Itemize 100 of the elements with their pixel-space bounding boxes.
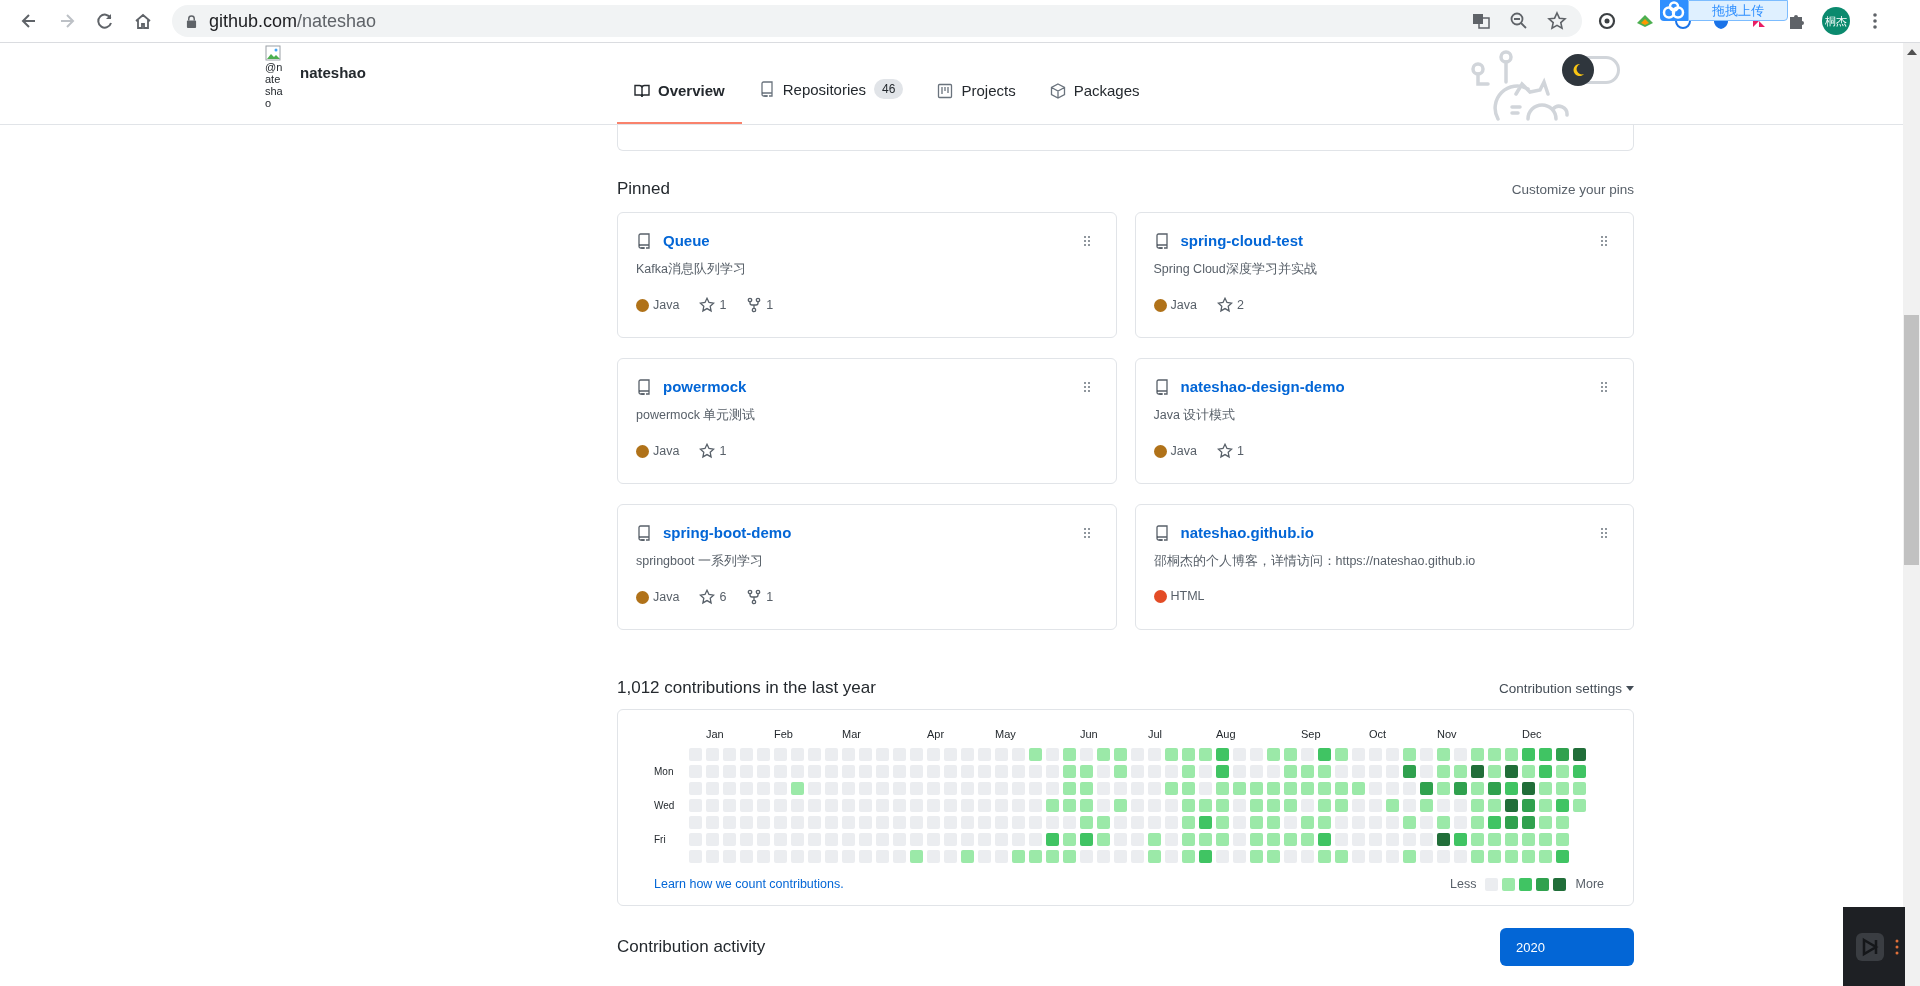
contribution-day-cell[interactable]: [1437, 816, 1450, 829]
contribution-day-cell[interactable]: [1267, 782, 1280, 795]
drag-handle-icon[interactable]: [1600, 234, 1608, 247]
learn-contributions-link[interactable]: Learn how we count contributions.: [654, 877, 844, 891]
contribution-day-cell[interactable]: [1097, 816, 1110, 829]
contribution-day-cell[interactable]: [1012, 850, 1025, 863]
contribution-day-cell[interactable]: [1454, 765, 1467, 778]
fork-count[interactable]: 1: [766, 590, 774, 604]
contribution-day-cell[interactable]: [1284, 833, 1297, 846]
contribution-day-cell[interactable]: [1182, 782, 1195, 795]
contribution-day-cell[interactable]: [1505, 748, 1518, 761]
sync-icon[interactable]: [1597, 11, 1617, 31]
contribution-day-cell[interactable]: [1165, 782, 1178, 795]
contribution-day-cell[interactable]: [1403, 748, 1416, 761]
contribution-day-cell[interactable]: [1522, 833, 1535, 846]
contribution-day-cell[interactable]: [1216, 799, 1229, 812]
contribution-day-cell[interactable]: [1556, 782, 1569, 795]
contribution-day-cell[interactable]: [1522, 748, 1535, 761]
contribution-day-cell[interactable]: [1488, 765, 1501, 778]
contribution-day-cell[interactable]: [1335, 850, 1348, 863]
contribution-day-cell[interactable]: [1318, 748, 1331, 761]
contribution-day-cell[interactable]: [1556, 748, 1569, 761]
contribution-day-cell[interactable]: [1284, 799, 1297, 812]
profile-tab[interactable]: Packages: [1032, 82, 1157, 124]
contribution-day-cell[interactable]: [1335, 782, 1348, 795]
contribution-day-cell[interactable]: [1080, 816, 1093, 829]
contribution-day-cell[interactable]: [1046, 833, 1059, 846]
contribution-day-cell[interactable]: [1250, 816, 1263, 829]
translate-icon[interactable]: [1471, 11, 1491, 31]
profile-tab[interactable]: Repositories 46: [741, 79, 921, 124]
contribution-day-cell[interactable]: [1471, 765, 1484, 778]
repo-name-link[interactable]: powermock: [663, 378, 747, 395]
profile-tab[interactable]: Overview: [617, 82, 742, 124]
contribution-day-cell[interactable]: [1284, 782, 1297, 795]
contribution-day-cell[interactable]: [1063, 765, 1076, 778]
contribution-day-cell[interactable]: [1318, 850, 1331, 863]
contribution-day-cell[interactable]: [1080, 782, 1093, 795]
contribution-day-cell[interactable]: [1437, 748, 1450, 761]
contribution-day-cell[interactable]: [1267, 816, 1280, 829]
contribution-day-cell[interactable]: [1539, 799, 1552, 812]
contribution-day-cell[interactable]: [1029, 850, 1042, 863]
contribution-day-cell[interactable]: [1216, 748, 1229, 761]
star-count[interactable]: 6: [719, 590, 727, 604]
home-icon[interactable]: [133, 11, 153, 31]
contribution-day-cell[interactable]: [1539, 816, 1552, 829]
theme-toggle[interactable]: [1562, 54, 1620, 86]
contribution-day-cell[interactable]: [1539, 850, 1552, 863]
star-count[interactable]: 1: [1236, 444, 1244, 458]
contribution-day-cell[interactable]: [1454, 782, 1467, 795]
star-count[interactable]: 1: [719, 298, 727, 312]
contribution-day-cell[interactable]: [1250, 782, 1263, 795]
contribution-day-cell[interactable]: [1539, 748, 1552, 761]
star-count[interactable]: 1: [719, 444, 727, 458]
contribution-day-cell[interactable]: [1199, 816, 1212, 829]
contribution-day-cell[interactable]: [1182, 816, 1195, 829]
contribution-day-cell[interactable]: [1437, 782, 1450, 795]
contribution-day-cell[interactable]: [1114, 748, 1127, 761]
contribution-day-cell[interactable]: [1250, 799, 1263, 812]
contribution-day-cell[interactable]: [1216, 816, 1229, 829]
contribution-day-cell[interactable]: [1301, 782, 1314, 795]
zoom-out-icon[interactable]: [1509, 11, 1529, 31]
contribution-day-cell[interactable]: [1216, 765, 1229, 778]
contribution-day-cell[interactable]: [1267, 748, 1280, 761]
contribution-day-cell[interactable]: [1471, 748, 1484, 761]
reload-icon[interactable]: [95, 11, 115, 31]
contribution-day-cell[interactable]: [1165, 748, 1178, 761]
contribution-day-cell[interactable]: [1063, 748, 1076, 761]
contribution-day-cell[interactable]: [1471, 782, 1484, 795]
fork-count[interactable]: 1: [766, 298, 774, 312]
contribution-day-cell[interactable]: [1488, 850, 1501, 863]
contribution-day-cell[interactable]: [1505, 799, 1518, 812]
drag-handle-icon[interactable]: [1600, 526, 1608, 539]
contribution-day-cell[interactable]: [1199, 799, 1212, 812]
contribution-day-cell[interactable]: [1114, 799, 1127, 812]
contribution-day-cell[interactable]: [1437, 833, 1450, 846]
contribution-day-cell[interactable]: [1250, 850, 1263, 863]
contribution-day-cell[interactable]: [1182, 833, 1195, 846]
contribution-day-cell[interactable]: [1284, 748, 1297, 761]
username[interactable]: nateshao: [300, 64, 366, 81]
contribution-day-cell[interactable]: [1471, 799, 1484, 812]
contribution-day-cell[interactable]: [1148, 833, 1161, 846]
contribution-day-cell[interactable]: [1182, 748, 1195, 761]
contribution-day-cell[interactable]: [1301, 833, 1314, 846]
contribution-day-cell[interactable]: [791, 782, 804, 795]
contribution-day-cell[interactable]: [961, 850, 974, 863]
contribution-day-cell[interactable]: [1046, 799, 1059, 812]
contribution-day-cell[interactable]: [1080, 765, 1093, 778]
contribution-day-cell[interactable]: [1573, 748, 1586, 761]
contribution-day-cell[interactable]: [1573, 765, 1586, 778]
contribution-day-cell[interactable]: [1335, 748, 1348, 761]
contribution-day-cell[interactable]: [1420, 782, 1433, 795]
contribution-day-cell[interactable]: [1199, 748, 1212, 761]
scrollbar-thumb[interactable]: [1904, 315, 1919, 565]
contribution-day-cell[interactable]: [1556, 799, 1569, 812]
contribution-day-cell[interactable]: [1556, 816, 1569, 829]
drag-handle-icon[interactable]: [1600, 380, 1608, 393]
contribution-day-cell[interactable]: [1556, 765, 1569, 778]
repo-name-link[interactable]: nateshao-design-demo: [1180, 378, 1345, 395]
contribution-day-cell[interactable]: [1522, 816, 1535, 829]
contribution-day-cell[interactable]: [1063, 799, 1076, 812]
